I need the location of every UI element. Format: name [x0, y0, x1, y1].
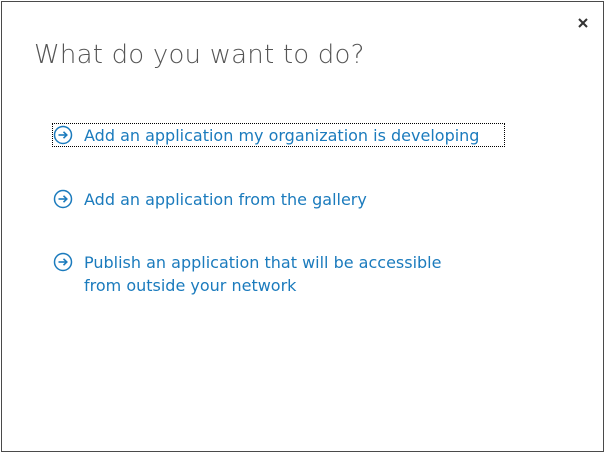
arrow-circle-right-icon [53, 189, 73, 209]
dialog-title: What do you want to do? [34, 40, 365, 70]
option-label: Add an application from the gallery [84, 190, 367, 209]
close-button[interactable] [576, 16, 590, 30]
option-label: Publish an application that will be acce… [84, 253, 442, 295]
option-label: Add an application my organization is de… [84, 126, 480, 145]
option-add-developing-app[interactable]: Add an application my organization is de… [52, 123, 505, 147]
close-icon [578, 18, 588, 28]
option-add-gallery-app[interactable]: Add an application from the gallery [53, 188, 367, 211]
option-publish-app[interactable]: Publish an application that will be acce… [53, 251, 473, 297]
add-application-dialog: What do you want to do? Add an applicati… [1, 1, 604, 452]
arrow-circle-right-icon [53, 252, 73, 272]
arrow-circle-right-icon [53, 125, 73, 145]
